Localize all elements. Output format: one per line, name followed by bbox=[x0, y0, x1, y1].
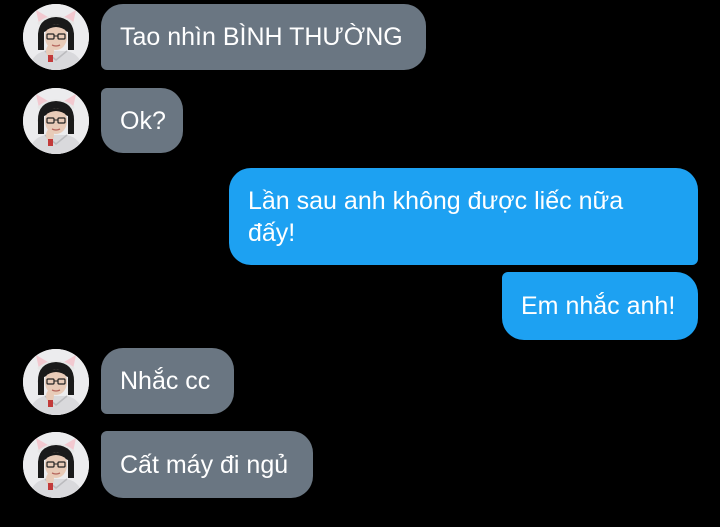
message-text: Em nhắc anh! bbox=[521, 292, 676, 320]
message-text: Nhắc cc bbox=[120, 367, 211, 395]
contact-avatar[interactable] bbox=[23, 349, 89, 415]
avatar-image bbox=[23, 349, 89, 415]
message-bubble-received[interactable]: Nhắc cc bbox=[101, 348, 234, 414]
avatar-image bbox=[23, 432, 89, 498]
chat-screen: { "messages": [ {"direction": "received"… bbox=[0, 0, 720, 527]
message-bubble-sent[interactable]: Em nhắc anh! bbox=[502, 272, 698, 340]
avatar-image bbox=[23, 4, 89, 70]
message-text: Lần sau anh không được liếc nữa đấy! bbox=[248, 186, 624, 247]
message-text: Tao nhìn BÌNH THƯỜNG bbox=[120, 23, 403, 51]
message-bubble-received[interactable]: Tao nhìn BÌNH THƯỜNG bbox=[101, 4, 426, 70]
contact-avatar[interactable] bbox=[23, 4, 89, 70]
contact-avatar[interactable] bbox=[23, 88, 89, 154]
contact-avatar[interactable] bbox=[23, 432, 89, 498]
message-bubble-received[interactable]: Cất máy đi ngủ bbox=[101, 431, 313, 498]
message-text: Cất máy đi ngủ bbox=[120, 450, 289, 479]
message-text: Ok? bbox=[120, 106, 166, 135]
message-bubble-sent[interactable]: Lần sau anh không được liếc nữa đấy! bbox=[229, 168, 698, 265]
avatar-image bbox=[23, 88, 89, 154]
message-bubble-received[interactable]: Ok? bbox=[101, 88, 183, 153]
